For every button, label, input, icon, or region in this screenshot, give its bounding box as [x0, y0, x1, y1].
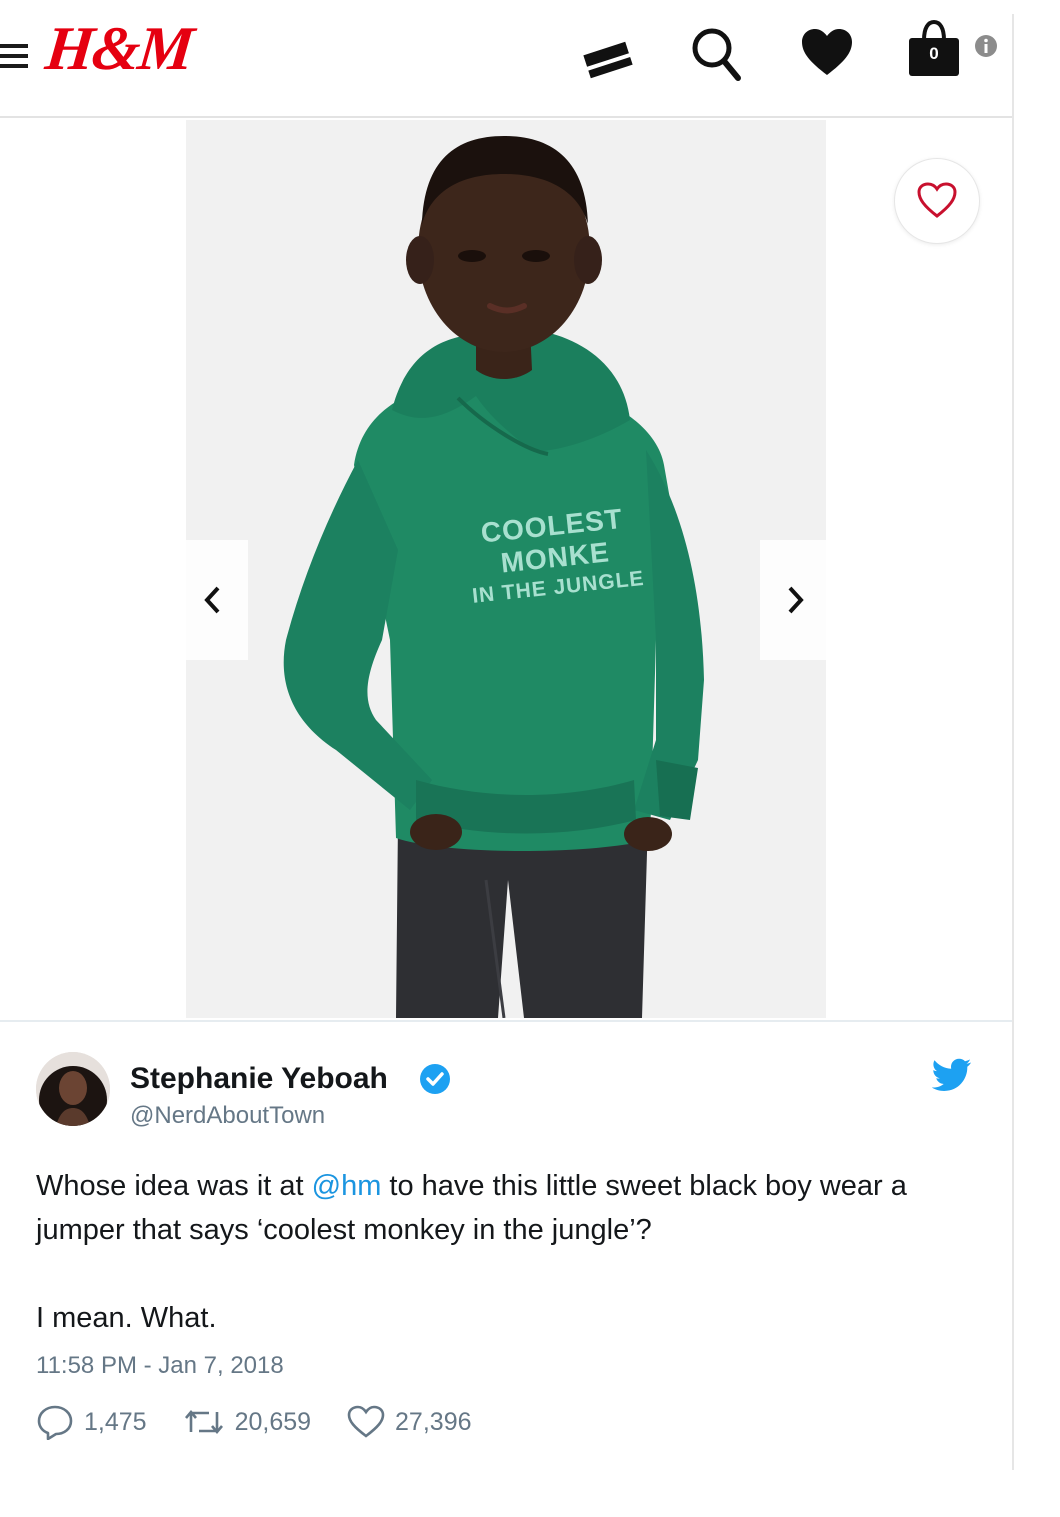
bag-icon[interactable]: 0: [906, 18, 962, 80]
verified-badge-icon: [418, 1062, 452, 1101]
chevron-right-icon: [788, 586, 804, 614]
add-to-favourites-button[interactable]: [894, 158, 980, 244]
tweet-actions: 1,475 20,659 27,396: [36, 1402, 508, 1442]
product-gallery: COOLEST MONKE IN THE JUNGLE: [0, 120, 1012, 1018]
bag-count: 0: [929, 44, 939, 63]
info-icon[interactable]: [974, 34, 998, 58]
avatar[interactable]: [36, 1052, 110, 1126]
reply-button[interactable]: 1,475: [36, 1404, 147, 1440]
mention-link[interactable]: @hm: [312, 1170, 382, 1202]
reply-icon: [37, 1405, 73, 1440]
brand-logo[interactable]: H&M: [42, 15, 195, 83]
heart-outline-icon: [917, 182, 957, 218]
like-heart-icon: [347, 1405, 385, 1438]
site-header: H&M 0: [0, 14, 1012, 118]
chevron-left-icon: [204, 586, 220, 614]
search-icon[interactable]: [688, 24, 744, 84]
like-button[interactable]: 27,396: [347, 1405, 472, 1439]
tweet-timestamp[interactable]: 11:58 PM - Jan 7, 2018: [36, 1352, 284, 1380]
tweet-text-line-2: I mean. What.: [36, 1302, 217, 1334]
tweet-card: Stephanie Yeboah @NerdAboutTown Whose id…: [0, 1020, 1012, 1470]
menu-icon[interactable]: [0, 44, 30, 68]
retweet-icon: [184, 1409, 223, 1435]
user-handle[interactable]: @NerdAboutTown: [130, 1102, 325, 1130]
twitter-bird-icon[interactable]: [931, 1058, 972, 1097]
reply-count: 1,475: [84, 1407, 147, 1436]
retweet-count: 20,659: [234, 1407, 312, 1436]
display-name[interactable]: Stephanie Yeboah: [130, 1062, 388, 1096]
tweet-text: Whose idea was it at @hm to have this li…: [36, 1164, 956, 1252]
card-icon[interactable]: [582, 38, 634, 82]
retweet-button[interactable]: 20,659: [183, 1406, 311, 1438]
like-count: 27,396: [395, 1407, 472, 1436]
tweet-text-part-1: Whose idea was it at: [36, 1170, 312, 1202]
next-image-button[interactable]: [760, 540, 832, 660]
heart-icon[interactable]: [800, 28, 854, 78]
frame-divider: [1012, 14, 1014, 1470]
previous-image-button[interactable]: [176, 540, 248, 660]
